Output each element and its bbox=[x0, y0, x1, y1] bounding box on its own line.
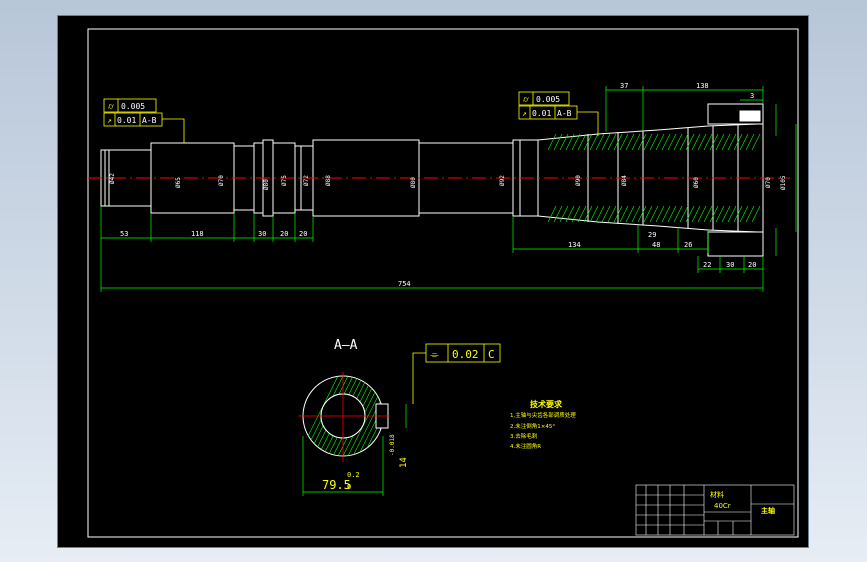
dim-30r: 30 bbox=[726, 261, 734, 269]
section-tol-upper: 0.2 bbox=[347, 471, 360, 479]
svg-text:0.01: 0.01 bbox=[117, 116, 136, 125]
svg-text:Ø42: Ø42 bbox=[109, 173, 116, 184]
drawing-canvas: Ø42 Ø65 Ø70 Ø80 Ø75 Ø72 Ø88 Ø80 Ø92 Ø90 … bbox=[87, 28, 799, 538]
svg-text:Ø65: Ø65 bbox=[175, 177, 182, 188]
dim-138: 138 bbox=[696, 82, 709, 90]
tolerance-frame-left: ⌭ 0.005 ↗ 0.01 A-B bbox=[103, 98, 185, 143]
svg-text:Ø90: Ø90 bbox=[575, 175, 582, 186]
dim-53: 53 bbox=[120, 230, 128, 238]
flatness-icon: ⌯ bbox=[430, 348, 439, 361]
svg-text:0.005: 0.005 bbox=[121, 102, 145, 111]
dim-26: 26 bbox=[684, 241, 692, 249]
svg-text:Ø92: Ø92 bbox=[499, 175, 506, 186]
cad-viewport[interactable]: Ø42 Ø65 Ø70 Ø80 Ø75 Ø72 Ø88 Ø80 Ø92 Ø90 … bbox=[0, 0, 867, 562]
svg-text:4.未注圆角R: 4.未注圆角R bbox=[510, 442, 541, 450]
keyway-width: 14 bbox=[399, 457, 409, 468]
notes-list: 1.主轴与尖齿各部调质处理 2.未注倒角1×45° 3.去除毛刺 4.未注圆角R bbox=[510, 411, 576, 450]
cylindricity-icon: ⌭ bbox=[108, 102, 114, 111]
svg-text:C: C bbox=[488, 348, 495, 361]
svg-text:Ø72: Ø72 bbox=[303, 175, 310, 186]
svg-text:Ø75: Ø75 bbox=[281, 175, 288, 186]
svg-text:3.去除毛刺: 3.去除毛刺 bbox=[510, 432, 538, 440]
svg-text:0.02: 0.02 bbox=[452, 348, 479, 361]
drawing-sheet[interactable]: Ø42 Ø65 Ø70 Ø80 Ø75 Ø72 Ø88 Ø80 Ø92 Ø90 … bbox=[57, 15, 809, 548]
drawing-frame bbox=[87, 28, 799, 538]
svg-text:1.主轴与尖齿各部调质处理: 1.主轴与尖齿各部调质处理 bbox=[510, 411, 576, 419]
dim-134: 134 bbox=[568, 241, 581, 249]
dim-48: 48 bbox=[652, 241, 660, 249]
notes-title: 技术要求 bbox=[530, 399, 563, 409]
dim-20a: 20 bbox=[280, 230, 288, 238]
svg-text:0.005: 0.005 bbox=[536, 95, 560, 104]
keyway-tol: -0.018 bbox=[389, 434, 396, 456]
svg-text:Ø60: Ø60 bbox=[693, 177, 700, 188]
svg-text:Ø88: Ø88 bbox=[325, 175, 332, 186]
dim-754: 754 bbox=[398, 280, 411, 288]
dim-22: 22 bbox=[703, 261, 711, 269]
section-view bbox=[298, 372, 390, 462]
part-name: 主轴 bbox=[761, 506, 775, 515]
dim-118: 118 bbox=[191, 230, 204, 238]
dim-37: 37 bbox=[620, 82, 628, 90]
dim-30: 30 bbox=[258, 230, 266, 238]
tolerance-frame-right: ⌭ 0.005 ↗ 0.01 A-B bbox=[518, 91, 599, 136]
material-value: 40Cr bbox=[714, 502, 731, 510]
cylindricity-icon-right: ⌭ bbox=[523, 95, 529, 104]
section-label: A—A bbox=[334, 338, 358, 353]
material-label: 材料 bbox=[710, 490, 724, 499]
svg-text:A-B: A-B bbox=[142, 116, 157, 125]
dim-3: 3 bbox=[750, 92, 754, 100]
dimension-lines bbox=[100, 86, 797, 292]
svg-text:Ø84: Ø84 bbox=[621, 175, 628, 186]
dimension-texts: 53 118 30 20 20 754 134 29 48 26 22 30 2… bbox=[120, 82, 756, 288]
svg-text:2.未注倒角1×45°: 2.未注倒角1×45° bbox=[510, 422, 555, 430]
svg-text:Ø105: Ø105 bbox=[780, 175, 787, 190]
diameter-labels: Ø42 Ø65 Ø70 Ø80 Ø75 Ø72 Ø88 Ø80 Ø92 Ø90 … bbox=[109, 173, 787, 190]
runout-icon-right: ↗ bbox=[522, 109, 527, 118]
dim-29: 29 bbox=[648, 231, 656, 239]
svg-text:0.01: 0.01 bbox=[532, 109, 551, 118]
svg-text:Ø80: Ø80 bbox=[410, 177, 417, 188]
svg-text:Ø70: Ø70 bbox=[765, 177, 772, 188]
dim-20r: 20 bbox=[748, 261, 756, 269]
runout-icon: ↗ bbox=[107, 116, 112, 125]
svg-text:Ø80: Ø80 bbox=[263, 179, 270, 190]
dim-20b: 20 bbox=[299, 230, 307, 238]
section-tol-lower: 0 bbox=[347, 483, 351, 491]
svg-text:A-B: A-B bbox=[557, 109, 572, 118]
svg-text:Ø70: Ø70 bbox=[218, 175, 225, 186]
